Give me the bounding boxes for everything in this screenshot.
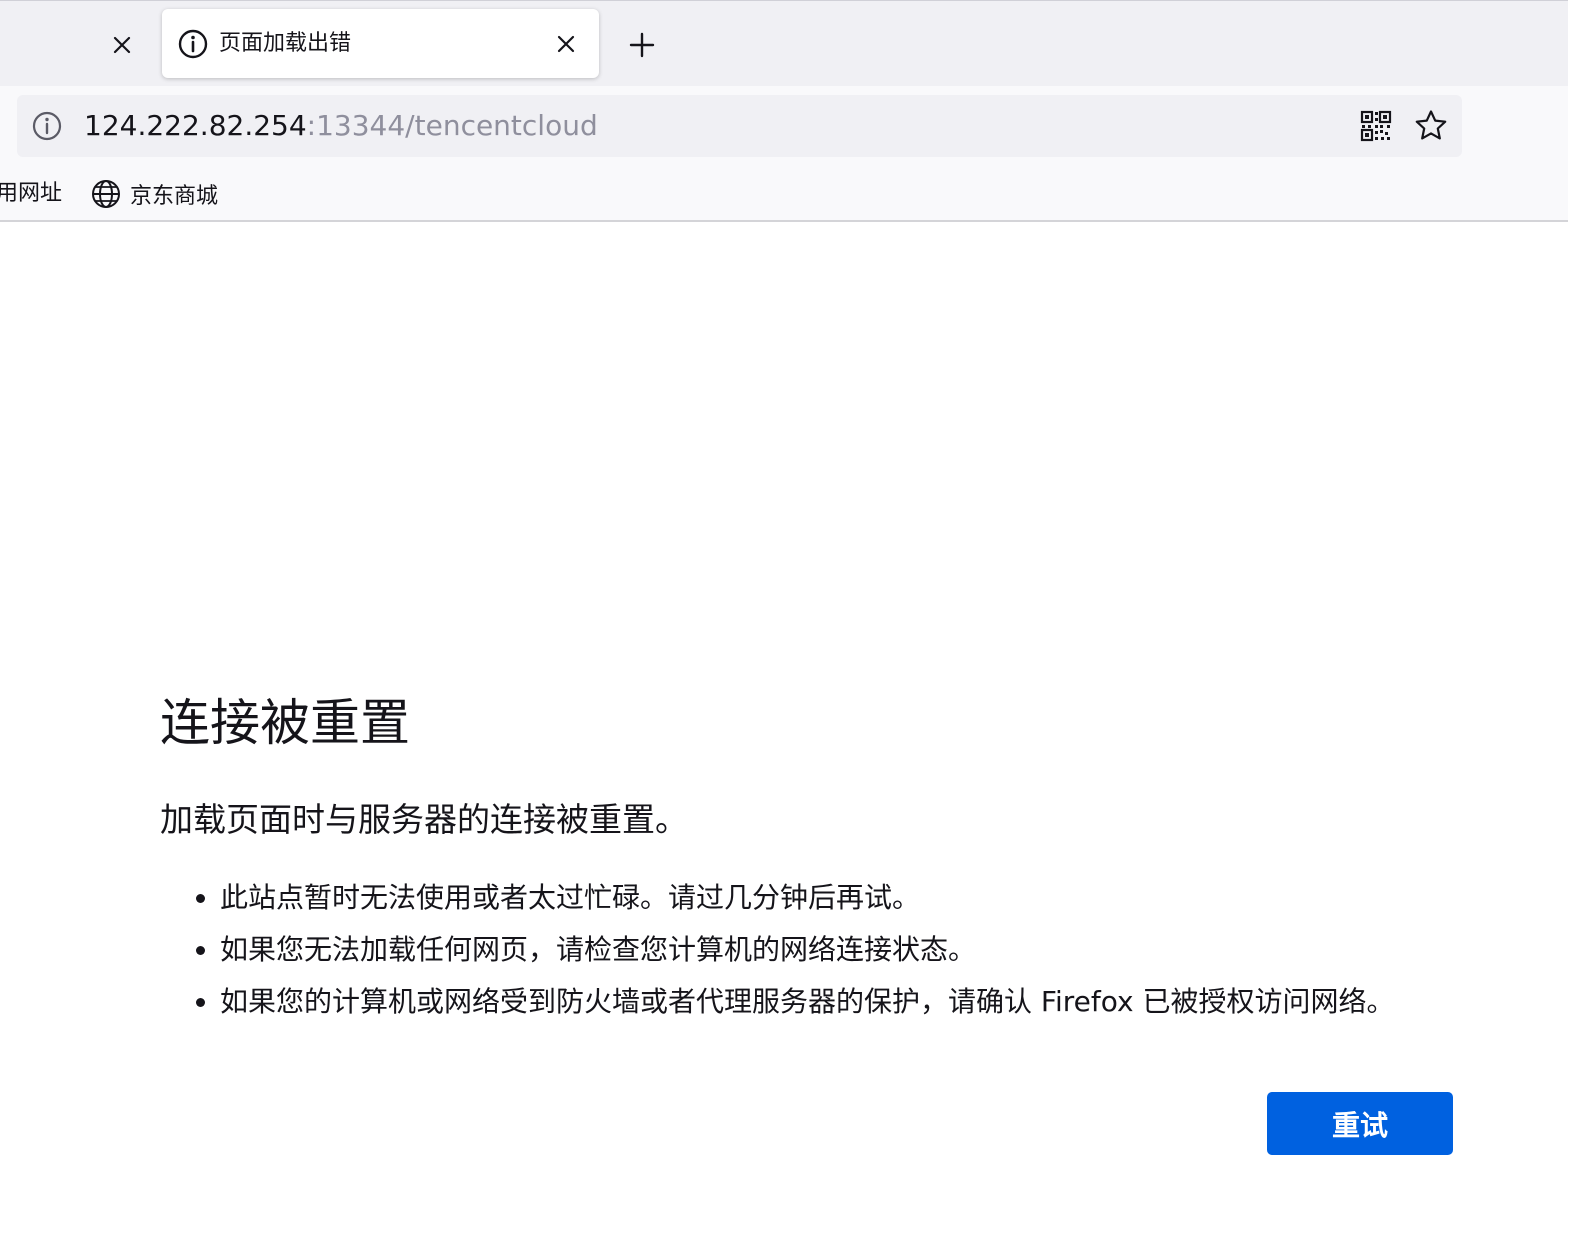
- list-item: 如果您的计算机或网络受到防火墙或者代理服务器的保护，请确认 Firefox 已被…: [160, 976, 1394, 1028]
- url-bar[interactable]: 124.222.82.254:13344/tencentcloud: [17, 95, 1462, 157]
- globe-icon: [92, 180, 120, 208]
- bookmark-label: 京东商城: [130, 184, 219, 209]
- info-icon: [178, 29, 208, 59]
- tab-title: 页面加载出错: [219, 31, 352, 56]
- url-host: 124.222.82.254: [84, 109, 307, 142]
- bookmark-item[interactable]: 用网址: [0, 179, 62, 209]
- list-item: 此站点暂时无法使用或者太过忙碌。请过几分钟后再试。: [160, 872, 1394, 924]
- error-title: 连接被重置: [160, 694, 410, 752]
- bookmarks-toolbar: 用网址 京东商城: [0, 168, 1568, 222]
- tab-active[interactable]: 页面加载出错: [162, 9, 599, 78]
- navigation-toolbar: 124.222.82.254:13344/tencentcloud: [0, 86, 1568, 168]
- close-icon: [557, 35, 575, 53]
- retry-button[interactable]: 重试: [1267, 1092, 1453, 1155]
- new-tab-button[interactable]: [622, 27, 662, 63]
- bookmark-star-icon[interactable]: [1413, 108, 1449, 144]
- close-tab-button[interactable]: [549, 28, 583, 60]
- info-icon[interactable]: [31, 110, 63, 142]
- tab-bar: 页面加载出错: [0, 0, 1568, 86]
- bookmark-item[interactable]: 京东商城: [90, 178, 218, 210]
- close-tab-button[interactable]: [104, 29, 140, 61]
- close-icon: [113, 36, 131, 54]
- error-description: 加载页面时与服务器的连接被重置。: [160, 800, 688, 839]
- qr-code-icon[interactable]: [1360, 110, 1392, 142]
- plus-icon: [629, 32, 655, 58]
- error-suggestions: 此站点暂时无法使用或者太过忙碌。请过几分钟后再试。 如果您无法加载任何网页，请检…: [160, 872, 1394, 1028]
- url-path: :13344/tencentcloud: [306, 109, 598, 142]
- list-item: 如果您无法加载任何网页，请检查您计算机的网络连接状态。: [160, 924, 1394, 976]
- url-text[interactable]: 124.222.82.254:13344/tencentcloud: [84, 108, 598, 144]
- error-page: 连接被重置 加载页面时与服务器的连接被重置。 此站点暂时无法使用或者太过忙碌。请…: [0, 222, 1568, 1245]
